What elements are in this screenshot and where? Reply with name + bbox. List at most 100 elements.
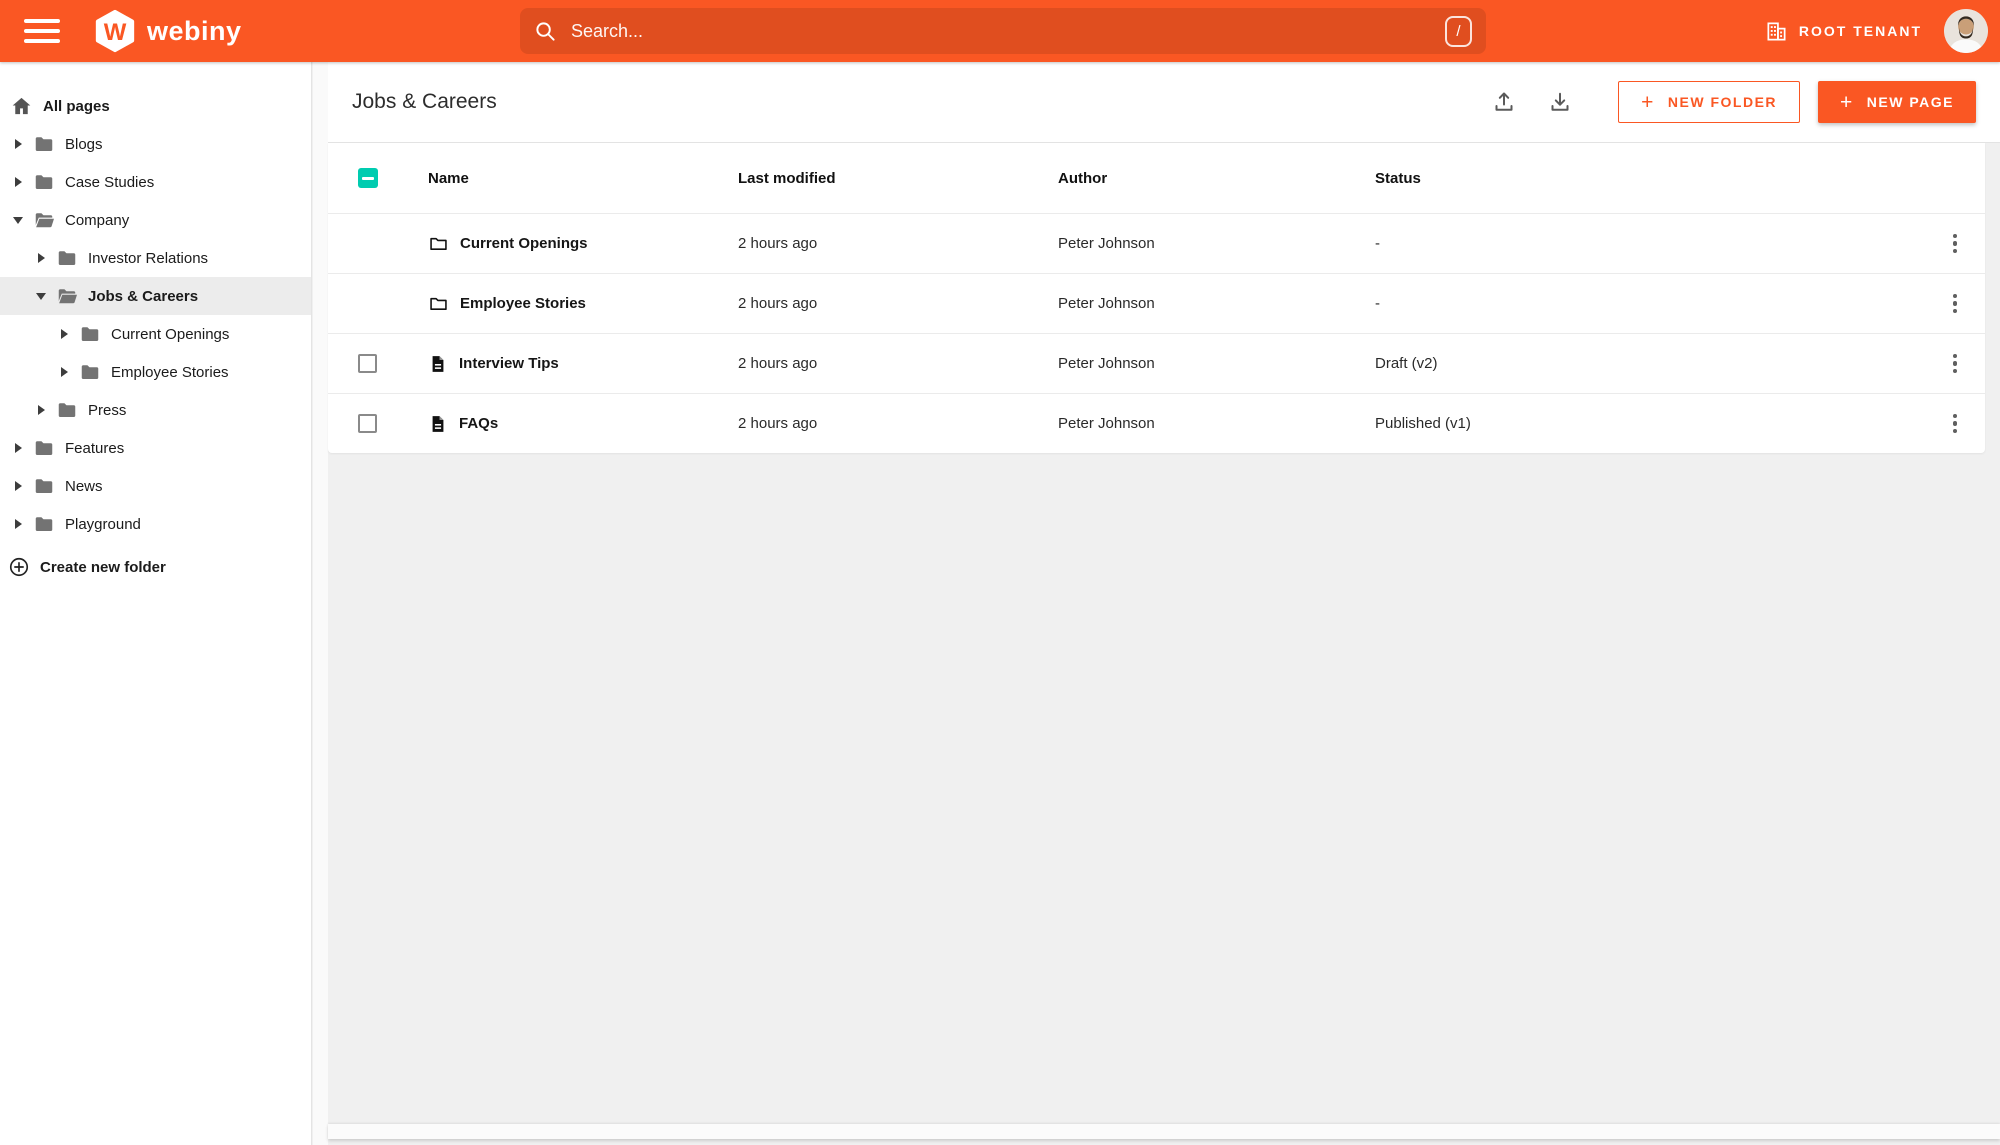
folder-closed-icon <box>79 323 101 345</box>
sidebar-item-playground[interactable]: Playground <box>0 505 311 543</box>
chevron-down-icon[interactable] <box>12 216 24 224</box>
new-folder-label: NEW FOLDER <box>1667 94 1778 110</box>
chevron-down-icon[interactable] <box>35 292 47 300</box>
search-input[interactable] <box>571 20 1445 42</box>
table-row[interactable]: Employee Stories 2 hours ago Peter Johns… <box>328 273 1985 333</box>
chevron-right-icon[interactable] <box>12 139 24 149</box>
table-row[interactable]: FAQs 2 hours ago Peter Johnson Published… <box>328 393 1985 453</box>
sidebar-item-label: Features <box>65 439 125 457</box>
folder-closed-icon <box>33 513 55 535</box>
row-name: Employee Stories <box>460 295 586 312</box>
row-menu-kebab-icon[interactable] <box>1947 228 1964 260</box>
create-new-folder-button[interactable]: Create new folder <box>0 551 311 583</box>
sidebar-item-jobs-careers[interactable]: Jobs & Careers <box>0 277 311 315</box>
header-actions: + NEW FOLDER + NEW PAGE <box>1484 81 1976 123</box>
new-folder-button[interactable]: + NEW FOLDER <box>1618 81 1801 123</box>
chevron-right-icon[interactable] <box>12 177 24 187</box>
row-modified: 2 hours ago <box>738 355 818 372</box>
folder-tree-sidebar: All pages Blogs Case Studies Company Inv… <box>0 62 312 1145</box>
row-name: Interview Tips <box>459 355 559 372</box>
page-title: Jobs & Careers <box>352 90 497 113</box>
row-name: Current Openings <box>460 235 588 252</box>
row-name: FAQs <box>459 415 499 432</box>
sidebar-item-current-openings[interactable]: Current Openings <box>0 315 311 353</box>
sidebar-item-press[interactable]: Press <box>0 391 311 429</box>
sidebar-item-label: Current Openings <box>111 325 230 343</box>
row-menu-kebab-icon[interactable] <box>1947 288 1964 320</box>
row-modified: 2 hours ago <box>738 415 818 432</box>
sidebar-scroll-gutter <box>313 62 328 1145</box>
new-page-label: NEW PAGE <box>1866 94 1954 110</box>
create-new-folder-label: Create new folder <box>40 558 166 576</box>
row-author: Peter Johnson <box>1058 415 1155 432</box>
sidebar-item-features[interactable]: Features <box>0 429 311 467</box>
row-checkbox[interactable] <box>358 414 377 433</box>
folder-open-icon <box>56 285 78 307</box>
chevron-right-icon[interactable] <box>35 253 47 263</box>
sidebar-item-investor-relations[interactable]: Investor Relations <box>0 239 311 277</box>
top-bar: W webiny / <box>0 0 2000 62</box>
sidebar-item-all-pages[interactable]: All pages <box>0 87 311 125</box>
table-row[interactable]: Interview Tips 2 hours ago Peter Johnson… <box>328 333 1985 393</box>
sidebar-item-label: Investor Relations <box>88 249 209 267</box>
row-status: Published (v1) <box>1375 415 1471 432</box>
brand-name: webiny <box>147 15 242 46</box>
sidebar-item-label: All pages <box>43 97 110 115</box>
select-all-checkbox[interactable] <box>358 168 378 188</box>
building-icon <box>1765 20 1788 43</box>
row-menu-kebab-icon[interactable] <box>1947 348 1964 380</box>
row-menu-kebab-icon[interactable] <box>1947 408 1964 440</box>
sidebar-item-blogs[interactable]: Blogs <box>0 125 311 163</box>
folder-closed-icon <box>33 171 55 193</box>
column-header-modified: Last modified <box>738 169 836 187</box>
plus-circle-icon <box>8 556 30 578</box>
folder-outline-icon <box>428 233 449 254</box>
tenant-selector[interactable]: ROOT TENANT <box>1765 20 1922 43</box>
webiny-logo[interactable]: W webiny <box>92 8 242 54</box>
plus-icon: + <box>1840 90 1854 114</box>
column-header-status: Status <box>1375 169 1421 187</box>
chevron-right-icon[interactable] <box>58 367 70 377</box>
sidebar-item-employee-stories[interactable]: Employee Stories <box>0 353 311 391</box>
svg-text:W: W <box>104 19 127 46</box>
table-header-row: Name Last modified Author Status <box>328 143 1985 213</box>
new-page-button[interactable]: + NEW PAGE <box>1818 81 1976 123</box>
sidebar-item-case-studies[interactable]: Case Studies <box>0 163 311 201</box>
column-header-author: Author <box>1058 169 1108 187</box>
folder-closed-icon <box>56 399 78 421</box>
sidebar-item-company[interactable]: Company <box>0 201 311 239</box>
folder-outline-icon <box>428 293 449 314</box>
page-document-icon <box>428 354 448 374</box>
download-icon <box>1548 90 1572 114</box>
folder-open-icon <box>33 209 55 231</box>
search-icon <box>534 20 557 43</box>
table-footer-bar <box>328 1124 2000 1139</box>
user-avatar[interactable] <box>1944 9 1988 53</box>
export-button[interactable] <box>1540 82 1580 122</box>
folder-closed-icon <box>33 133 55 155</box>
row-author: Peter Johnson <box>1058 355 1155 372</box>
row-author: Peter Johnson <box>1058 235 1155 252</box>
chevron-right-icon[interactable] <box>58 329 70 339</box>
sidebar-item-label: Jobs & Careers <box>88 287 199 305</box>
table-row[interactable]: Current Openings 2 hours ago Peter Johns… <box>328 213 1985 273</box>
import-button[interactable] <box>1484 82 1524 122</box>
search-bar: / <box>520 8 1486 54</box>
sidebar-item-label: Playground <box>65 515 141 533</box>
chevron-right-icon[interactable] <box>12 519 24 529</box>
chevron-right-icon[interactable] <box>12 443 24 453</box>
webiny-hexagon-icon: W <box>92 8 138 54</box>
chevron-right-icon[interactable] <box>12 481 24 491</box>
chevron-right-icon[interactable] <box>35 405 47 415</box>
row-status: Draft (v2) <box>1375 355 1438 372</box>
row-modified: 2 hours ago <box>738 235 818 252</box>
row-checkbox[interactable] <box>358 354 377 373</box>
slash-shortcut-badge: / <box>1445 15 1472 47</box>
sidebar-item-label: Press <box>88 401 127 419</box>
hamburger-menu-icon[interactable] <box>24 19 60 43</box>
upload-icon <box>1492 90 1516 114</box>
folder-closed-icon <box>79 361 101 383</box>
sidebar-item-news[interactable]: News <box>0 467 311 505</box>
folder-closed-icon <box>33 437 55 459</box>
row-author: Peter Johnson <box>1058 295 1155 312</box>
